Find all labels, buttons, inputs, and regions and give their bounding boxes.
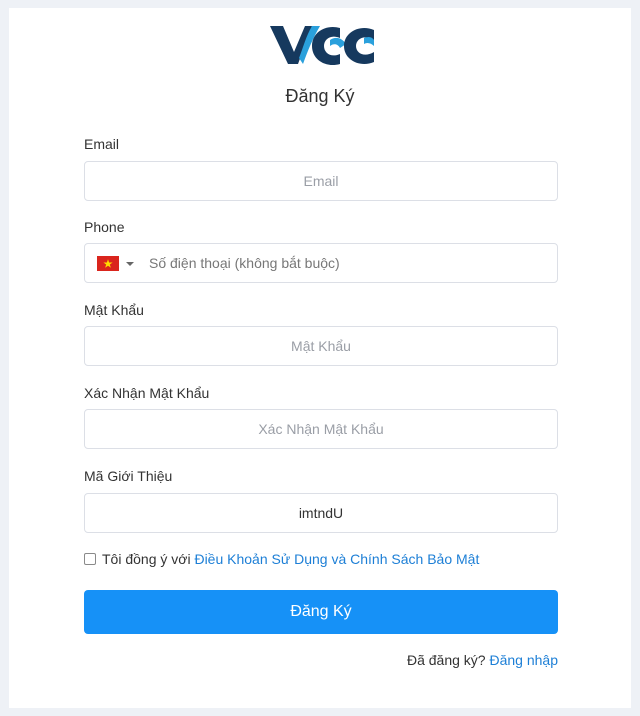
login-prompt: Đã đăng ký? Đăng nhập <box>407 652 558 668</box>
phone-field-group <box>84 243 558 283</box>
terms-text: Tôi đồng ý với Điều Khoản Sử Dụng và Chí… <box>102 551 479 567</box>
email-label: Email <box>84 136 120 152</box>
email-field[interactable] <box>84 161 558 201</box>
vietnam-flag-icon <box>97 256 119 271</box>
vcc-logo <box>270 26 374 66</box>
terms-checkbox[interactable] <box>84 553 96 565</box>
chevron-down-icon <box>126 262 134 266</box>
terms-link[interactable]: Điều Khoản Sử Dụng và Chính Sách Bảo Mật <box>194 551 479 567</box>
login-link[interactable]: Đăng nhập <box>489 652 558 668</box>
phone-field[interactable] <box>149 244 549 282</box>
phone-label: Phone <box>84 219 125 235</box>
confirm-password-field[interactable] <box>84 409 558 449</box>
login-prompt-text: Đã đăng ký? <box>406 652 490 668</box>
page-title: Đăng Ký <box>285 86 355 106</box>
country-code-select[interactable] <box>97 256 137 272</box>
referral-code-label: Mã Giới Thiệu <box>84 468 173 484</box>
confirm-password-label: Xác Nhận Mật Khẩu <box>84 385 210 401</box>
password-label: Mật Khẩu <box>84 302 144 318</box>
password-field[interactable] <box>84 326 558 366</box>
terms-prefix: Tôi đồng ý với <box>102 551 195 567</box>
register-button[interactable]: Đăng Ký <box>84 590 558 634</box>
referral-code-field[interactable] <box>84 493 558 533</box>
